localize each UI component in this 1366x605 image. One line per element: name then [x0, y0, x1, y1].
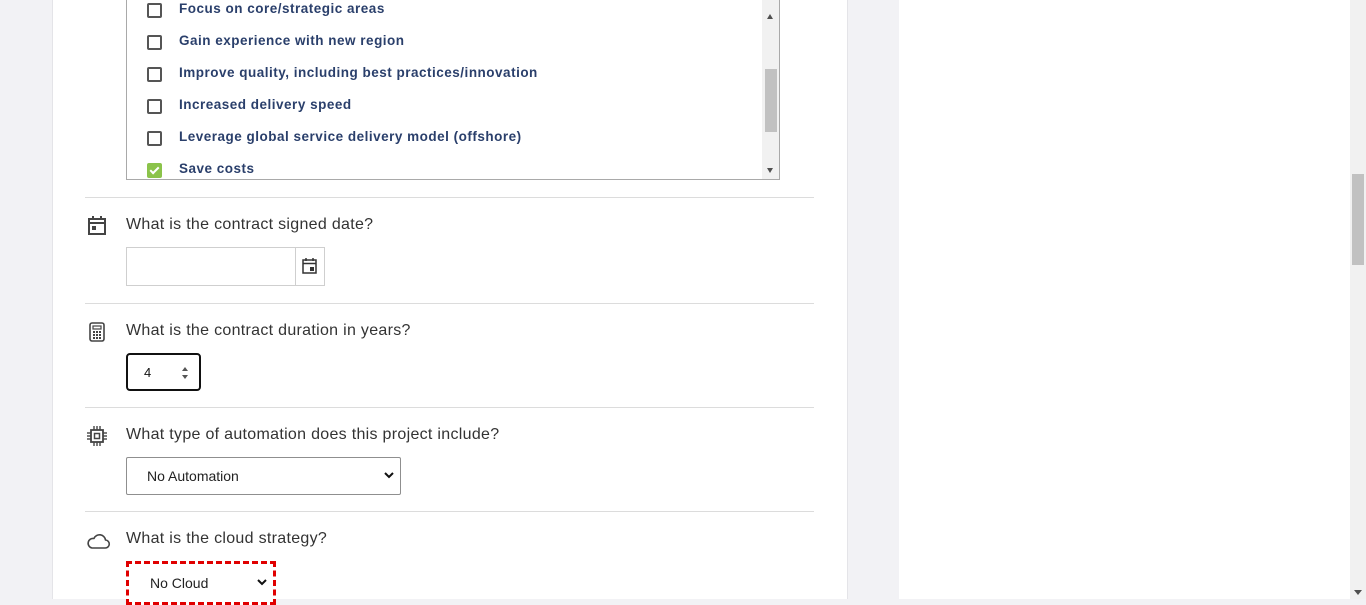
- chevron-down-icon: [257, 579, 267, 586]
- listbox-scrollbar[interactable]: [762, 0, 779, 179]
- list-item[interactable]: Gain experience with new region: [127, 31, 757, 53]
- list-item[interactable]: Improve quality, including best practice…: [127, 63, 757, 85]
- signed-date-input[interactable]: [126, 247, 325, 286]
- checkbox[interactable]: [147, 3, 162, 18]
- checkbox[interactable]: [147, 131, 162, 146]
- list-item-label: Improve quality, including best practice…: [179, 65, 538, 80]
- checkbox-checked[interactable]: [147, 163, 162, 178]
- list-item-label: Gain experience with new region: [179, 33, 405, 48]
- automation-question: What type of automation does this projec…: [126, 426, 500, 443]
- divider: [85, 511, 814, 512]
- checkbox[interactable]: [147, 35, 162, 50]
- chip-icon: [87, 426, 107, 446]
- spinner-arrows-icon[interactable]: [181, 366, 189, 380]
- page-scrollbar[interactable]: [1350, 0, 1366, 599]
- divider: [85, 303, 814, 304]
- scroll-up-arrow-icon[interactable]: [767, 14, 773, 19]
- cloud-selected-value: No Cloud: [150, 575, 209, 591]
- right-panel: [899, 0, 1350, 599]
- page-scroll-thumb[interactable]: [1352, 174, 1364, 265]
- duration-number-input[interactable]: 4: [126, 353, 201, 391]
- duration-value: 4: [144, 365, 152, 380]
- list-item[interactable]: Save costs: [127, 159, 757, 179]
- calendar-icon: [88, 216, 106, 235]
- list-item[interactable]: Focus on core/strategic areas: [127, 0, 757, 21]
- list-item-label: Leverage global service delivery model (…: [179, 129, 522, 144]
- list-item[interactable]: Leverage global service delivery model (…: [127, 127, 757, 149]
- list-item[interactable]: Increased delivery speed: [127, 95, 757, 117]
- automation-selected-value: No Automation: [147, 468, 239, 484]
- automation-select[interactable]: No Automation: [126, 457, 401, 495]
- divider: [85, 197, 814, 198]
- date-picker-button[interactable]: [295, 248, 324, 285]
- cloud-question: What is the cloud strategy?: [126, 530, 328, 547]
- list-item-label: Focus on core/strategic areas: [179, 1, 385, 16]
- calculator-icon: [89, 322, 105, 342]
- checkbox[interactable]: [147, 99, 162, 114]
- cloud-select[interactable]: No Cloud: [126, 561, 276, 605]
- signed-date-question: What is the contract signed date?: [126, 216, 374, 233]
- objectives-listbox[interactable]: Focus on core/strategic areas Gain exper…: [126, 0, 780, 180]
- checkbox[interactable]: [147, 67, 162, 82]
- scroll-down-arrow-icon[interactable]: [1354, 590, 1362, 595]
- list-item-label: Increased delivery speed: [179, 97, 352, 112]
- scroll-down-arrow-icon[interactable]: [767, 168, 773, 173]
- divider: [85, 407, 814, 408]
- cloud-icon: [87, 534, 111, 549]
- listbox-scroll-thumb[interactable]: [765, 69, 777, 132]
- list-item-label: Save costs: [179, 161, 255, 176]
- chevron-down-icon: [384, 472, 394, 479]
- duration-question: What is the contract duration in years?: [126, 322, 411, 339]
- calendar-picker-icon[interactable]: [296, 248, 324, 285]
